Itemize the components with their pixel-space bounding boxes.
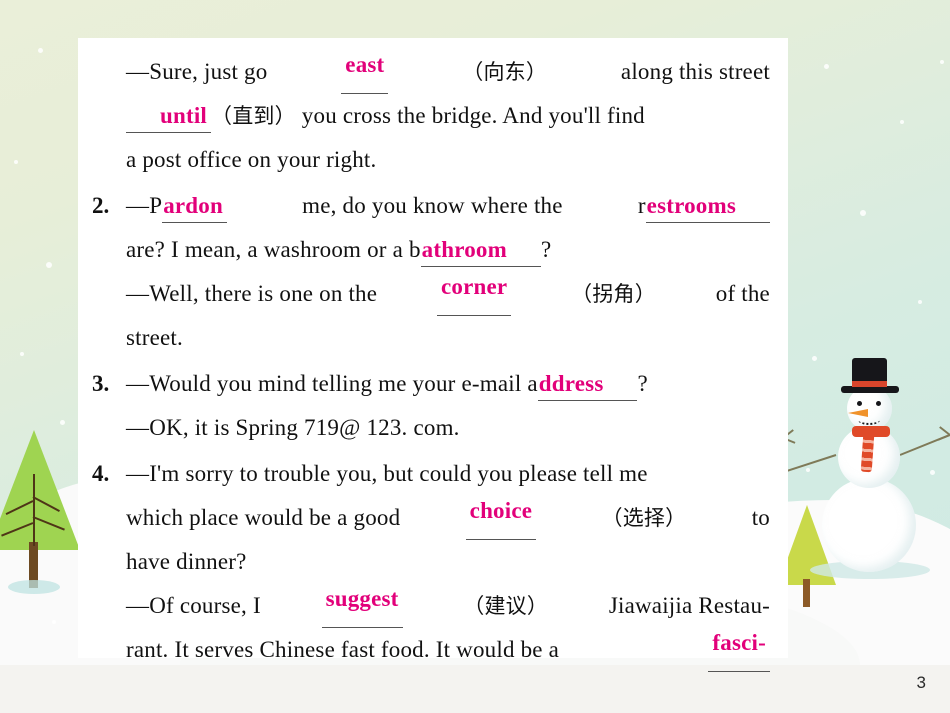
exercise-line: —I'm sorry to trouble you, but could you…	[126, 452, 770, 496]
line-text-pre: r	[637, 193, 646, 218]
exercise-line: —Well, there is one on the corner （拐角） o…	[126, 272, 770, 316]
exercise-panel: —Sure, just go east （向东） along this stre…	[78, 38, 788, 672]
exercise-line: street.	[126, 316, 770, 360]
exercise-number: 3.	[92, 371, 110, 396]
line-text: have dinner?	[126, 549, 247, 574]
line-text: which place would be a good	[126, 505, 401, 530]
answer-blank[interactable]: corner	[436, 272, 512, 316]
exercise-item-3: 3. —Would you mind telling me your e-mai…	[92, 362, 770, 450]
exercise-line: which place would be a good choice （选择） …	[126, 496, 770, 540]
line-text: ?	[540, 237, 552, 262]
exercise-body: —Pardon me, do you know where the restro…	[126, 184, 770, 360]
line-text: Jiawaijia Restau-	[608, 593, 770, 618]
line-text: you cross the bridge. And you'll find	[301, 103, 645, 128]
snowflake-icon	[812, 356, 817, 361]
tree-branch	[33, 474, 35, 546]
exercise-line: —OK, it is Spring 719@ 123. com.	[126, 406, 770, 450]
answer-blank[interactable]: suggest	[321, 584, 403, 628]
chinese-gloss: （直到）	[211, 104, 296, 128]
exercise-item-2: 2. —Pardon me, do you know where the res…	[92, 184, 770, 360]
line-text: are? I mean, a washroom or a b	[126, 237, 421, 262]
line-text-pre: —P	[126, 193, 163, 218]
tree-trunk	[803, 579, 810, 607]
exercise-body: —Would you mind telling me your e-mail a…	[126, 362, 770, 450]
snowflake-icon	[52, 620, 56, 624]
snowflake-icon	[940, 60, 944, 64]
chinese-gloss: （建议）	[463, 594, 549, 618]
answer-blank[interactable]: ardon	[162, 191, 227, 223]
line-text: —Sure, just go	[126, 59, 268, 84]
tree-base-shadow	[8, 580, 60, 594]
line-text: of the	[715, 281, 770, 306]
top-hat-band	[852, 381, 887, 387]
snowflake-icon	[14, 160, 18, 164]
answer-blank[interactable]: choice	[465, 496, 537, 540]
snowflake-icon	[824, 64, 829, 69]
snowflake-icon	[46, 262, 52, 268]
answer-blank[interactable]: fasci-	[708, 628, 770, 672]
line-text: —Of course, I	[126, 593, 261, 618]
chinese-gloss: （拐角）	[571, 282, 656, 306]
chinese-gloss: （选择）	[601, 506, 687, 530]
exercise-line: rant. It serves Chinese fast food. It wo…	[126, 628, 770, 672]
answer-blank[interactable]: athroom	[420, 235, 541, 267]
line-text: a post office on your right.	[126, 147, 377, 172]
line-text: me, do you know where the	[302, 193, 563, 218]
line-text: along this street	[620, 59, 770, 84]
line-text: —Would you mind telling me your e-mail a	[126, 371, 538, 396]
page-number: 3	[916, 673, 926, 692]
snowflake-icon	[20, 352, 24, 356]
answer-blank[interactable]: until	[126, 101, 212, 133]
exercise-line: —Of course, I suggest （建议） Jiawaijia Res…	[126, 584, 770, 628]
snowflake-icon	[918, 300, 922, 304]
snowman-eye-left	[857, 401, 862, 406]
snowman-scarf	[852, 426, 890, 437]
exercise-body: —I'm sorry to trouble you, but could you…	[126, 452, 770, 672]
exercise-line: have dinner?	[126, 540, 770, 584]
answer-blank[interactable]: estrooms	[645, 191, 770, 223]
snowflake-icon	[38, 48, 43, 53]
exercise-line: are? I mean, a washroom or a bathroom?	[126, 228, 770, 272]
snowflake-icon	[60, 420, 65, 425]
pine-tree-icon	[0, 430, 80, 594]
exercise-body: —Sure, just go east （向东） along this stre…	[126, 50, 770, 182]
exercise-line: —Would you mind telling me your e-mail a…	[126, 362, 770, 406]
line-text: to	[751, 505, 770, 530]
exercise-item-4: 4. —I'm sorry to trouble you, but could …	[92, 452, 770, 672]
snowman-body-bottom	[822, 478, 916, 572]
line-text: —I'm sorry to trouble you, but could you…	[126, 461, 648, 486]
exercise-line: —Sure, just go east （向东） along this stre…	[126, 50, 770, 94]
exercise-line: a post office on your right.	[126, 138, 770, 182]
snowman-mouth	[858, 415, 880, 425]
line-text: —OK, it is Spring 719@ 123. com.	[126, 415, 460, 440]
snowman-eye-right	[876, 401, 881, 406]
exercise-number: 2.	[92, 193, 110, 218]
line-text: —Pardon	[126, 184, 227, 228]
exercise-line: until （直到） you cross the bridge. And you'…	[126, 94, 770, 138]
chinese-gloss: （向东）	[462, 60, 548, 84]
answer-blank[interactable]: ddress	[537, 369, 638, 401]
line-text: street.	[126, 325, 183, 350]
answer-blank[interactable]: east	[341, 50, 389, 94]
line-text: rant. It serves Chinese fast food. It wo…	[126, 637, 560, 662]
line-text: restrooms	[638, 184, 770, 228]
snowflake-icon	[860, 210, 866, 216]
bottom-strip	[0, 665, 950, 713]
exercise-line: —Pardon me, do you know where the restro…	[126, 184, 770, 228]
exercise-item-continued: —Sure, just go east （向东） along this stre…	[92, 50, 770, 182]
snowflake-icon	[900, 120, 904, 124]
line-text: —Well, there is one on the	[126, 281, 378, 306]
snowman-icon	[782, 358, 950, 583]
exercise-number: 4.	[92, 461, 110, 486]
line-text: ?	[637, 371, 648, 396]
